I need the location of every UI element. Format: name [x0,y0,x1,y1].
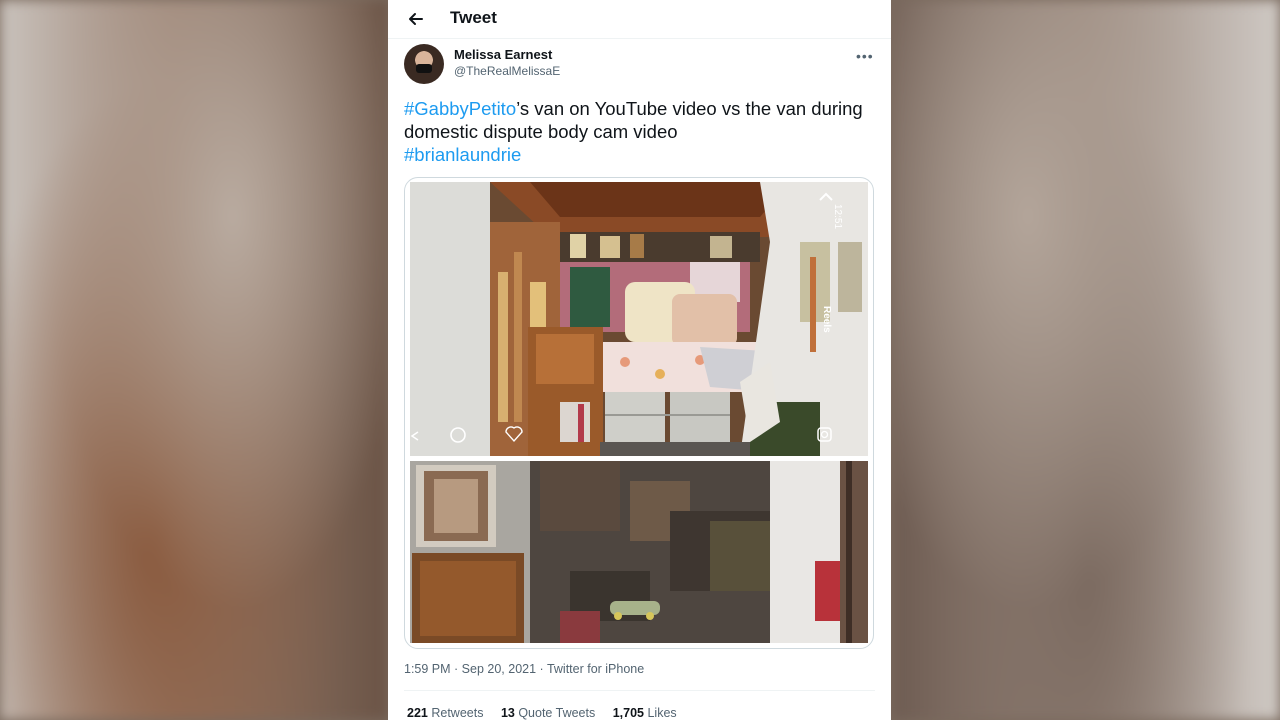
quote-tweets-count: 13 [500,706,515,720]
tweet-timestamp[interactable]: 1:59 PM · Sep 20, 2021 · Twitter for iPh… [404,662,644,676]
likes-count: 1,705 [612,706,644,720]
tweet-stats: 221 Retweets 13 Quote Tweets 1,705 Likes [407,706,691,720]
meta-separator: · [536,662,547,676]
hashtag-brianlaundrie[interactable]: #brianlaundrie [404,144,521,165]
arrow-left-icon[interactable] [406,9,426,29]
tweet-header: Tweet [388,0,891,39]
tweet-media[interactable]: 12:51 Reels [404,177,874,649]
blurred-background-right [892,0,1280,720]
van-interior-youtube-image[interactable]: 12:51 Reels [410,182,868,456]
page-title: Tweet [450,8,497,27]
quote-tweets-label: Quote Tweets [518,706,596,720]
reels-label: Reels [821,306,832,333]
quote-tweets-stat[interactable]: 13 Quote Tweets [501,706,595,720]
retweets-label: Retweets [431,706,484,720]
tweet-card: Tweet Melissa Earnest @TheRealMelissaE •… [388,0,891,720]
author-display-name[interactable]: Melissa Earnest [454,47,552,62]
author-handle[interactable]: @TheRealMelissaE [454,64,560,78]
van-interior-bodycam-image[interactable] [410,461,868,643]
retweets-stat[interactable]: 221 Retweets [407,706,483,720]
hashtag-gabbypetito[interactable]: #GabbyPetito [404,98,516,119]
retweets-count: 221 [407,706,428,720]
tweet-text: #GabbyPetito’s van on YouTube video vs t… [404,97,874,166]
more-options-icon[interactable]: ••• [856,48,874,64]
likes-stat[interactable]: 1,705 Likes [613,706,677,720]
meta-separator: · [450,662,462,676]
blurred-background-left [0,0,388,720]
tweet-date: Sep 20, 2021 [461,662,537,676]
divider [404,690,875,691]
tweet-time: 1:59 PM [404,662,451,676]
likes-label: Likes [647,706,677,720]
reels-time-label: 12:51 [832,204,843,230]
avatar-mask-detail [416,64,432,73]
tweet-source[interactable]: Twitter for iPhone [547,662,644,676]
avatar[interactable] [404,44,444,84]
